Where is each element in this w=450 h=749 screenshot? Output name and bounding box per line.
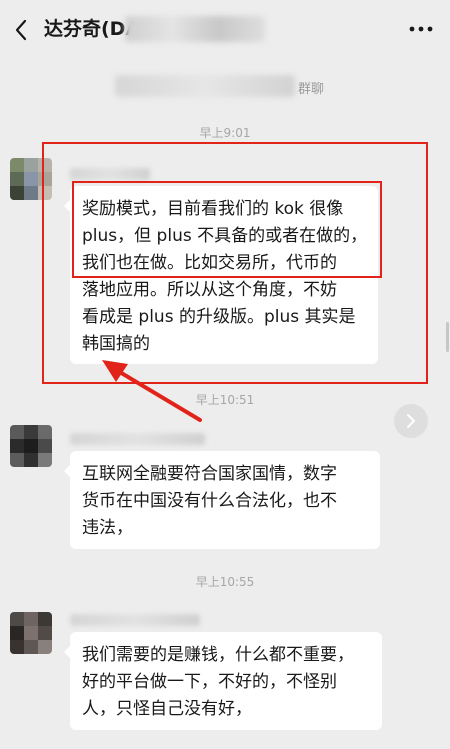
avatar[interactable]: [10, 158, 52, 200]
sender-name-redaction: [70, 433, 205, 445]
message-line: 落地应用。所以从这个角度，不妨: [82, 280, 337, 300]
message-line: 好的平台做一下，不好的，不怪别: [82, 672, 337, 692]
message-line: 货币在中国没有什么合法化，也不: [82, 491, 337, 511]
message-line: 韩国搞的: [82, 334, 150, 354]
message-line: 互联网全融要符合国家国情，数字: [82, 464, 337, 484]
scrollbar-thumb[interactable]: [446, 322, 449, 352]
message-line: 我们需要的是赚钱，什么都不重要，: [82, 645, 354, 665]
avatar[interactable]: [10, 425, 52, 467]
system-notice-redaction: [115, 75, 295, 97]
chevron-right-icon: [407, 414, 415, 428]
chevron-left-icon[interactable]: [12, 17, 32, 43]
timestamp: 早上10:51: [195, 393, 255, 407]
timestamp: 早上9:01: [199, 126, 251, 140]
message-line: 看成是 plus 的升级版。plus 其实是: [82, 307, 356, 327]
message-bubble[interactable]: 奖励模式，目前看我们的 kok 很像 plus，但 plus 不具备的或者在做的…: [64, 186, 378, 364]
avatar[interactable]: [10, 612, 52, 654]
forward-button[interactable]: [394, 404, 428, 438]
message-line: 我们也在做。比如交易所，代币的: [82, 253, 337, 273]
chat-header: 达芬奇(DA: [0, 0, 450, 60]
title-redaction: [125, 16, 265, 42]
message-line: 人，只怪自己没有好，: [82, 699, 252, 719]
timestamp: 早上10:55: [195, 575, 255, 589]
sender-name-redaction: [70, 168, 150, 180]
message-line: plus，但 plus 不具备的或者在做的，: [82, 226, 368, 246]
message-line: 奖励模式，目前看我们的 kok 很像: [82, 199, 344, 219]
more-dots-icon[interactable]: [408, 22, 434, 36]
system-notice: 群聊: [298, 82, 325, 97]
message-bubble[interactable]: 我们需要的是赚钱，什么都不重要， 好的平台做一下，不好的，不怪别 人，只怪自己没…: [64, 632, 382, 730]
sender-name-redaction: [70, 614, 200, 626]
message-line: 违法，: [82, 518, 133, 538]
message-bubble[interactable]: 互联网全融要符合国家国情，数字 货币在中国没有什么合法化，也不 违法，: [64, 451, 380, 549]
